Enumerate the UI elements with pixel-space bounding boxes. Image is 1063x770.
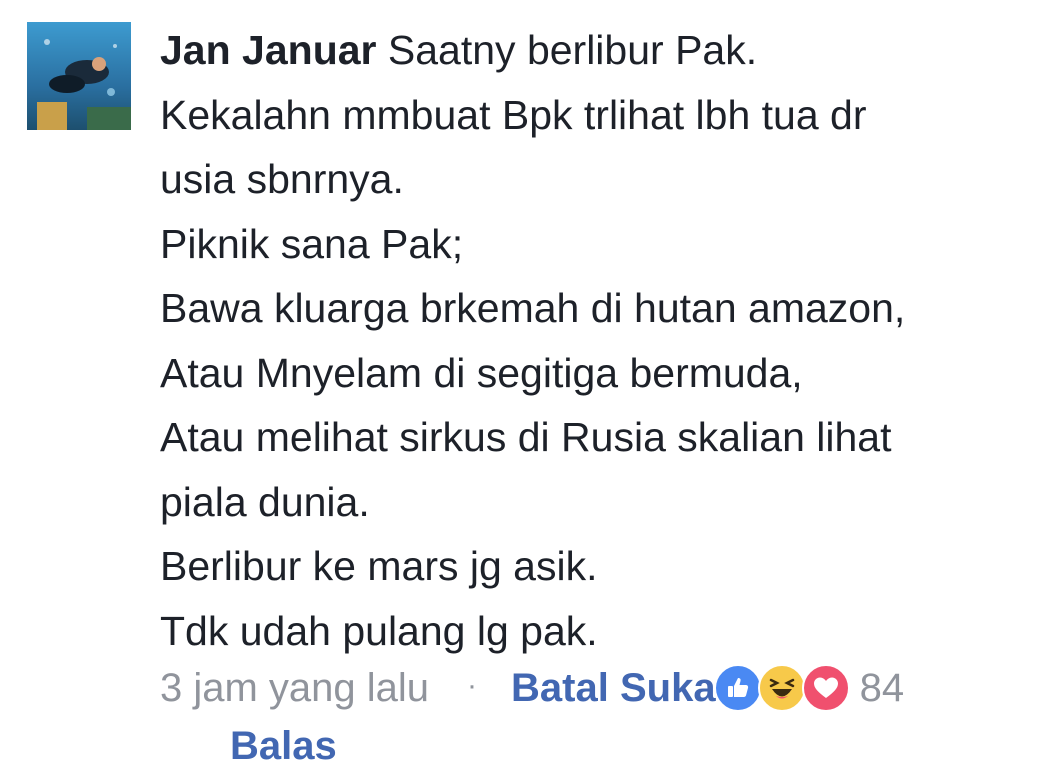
comment-text-line: usia sbnrnya. — [160, 156, 404, 202]
comment-text-line: Tdk udah pulang lg pak. — [160, 607, 598, 654]
footer-separator: · — [467, 669, 478, 702]
avatar[interactable] — [27, 22, 131, 130]
comment-footer: 3 jam yang lalu · Batal Suka 84 — [160, 660, 1055, 716]
reply-button[interactable]: Balas — [230, 722, 337, 770]
comment-first-line: Jan Januar Saatny berlibur Pak. — [160, 18, 1055, 83]
comment-text-line: Atau Mnyelam di segitiga bermuda, — [160, 349, 803, 396]
comment-text-line: Saatny berlibur Pak. — [387, 27, 758, 73]
comment-author[interactable]: Jan Januar — [160, 27, 377, 73]
reactions-summary[interactable] — [713, 664, 850, 712]
comment-text-line: Berlibur ke mars jg asik. — [160, 543, 598, 589]
comment-text-line: Bawa kluarga brkemah di hutan amazon, — [160, 285, 906, 331]
comment-timestamp[interactable]: 3 jam yang lalu — [160, 666, 429, 711]
unlike-button[interactable]: Batal Suka — [511, 666, 716, 711]
love-icon — [801, 664, 850, 712]
comment-text-line: Atau melihat sirkus di Rusia skalian lih… — [160, 414, 892, 460]
comment-text-line: Kekalahn mmbuat Bpk trlihat lbh tua dr — [160, 91, 867, 138]
avatar-image — [27, 22, 131, 130]
like-icon — [713, 664, 762, 712]
comment-text-line: Piknik sana Pak; — [160, 220, 464, 267]
haha-icon — [757, 664, 806, 712]
comment-text-line: piala dunia. — [160, 478, 370, 525]
reaction-count[interactable]: 84 — [860, 666, 905, 711]
comment-body: Jan Januar Saatny berlibur Pak. Kekalahn… — [160, 18, 1055, 663]
